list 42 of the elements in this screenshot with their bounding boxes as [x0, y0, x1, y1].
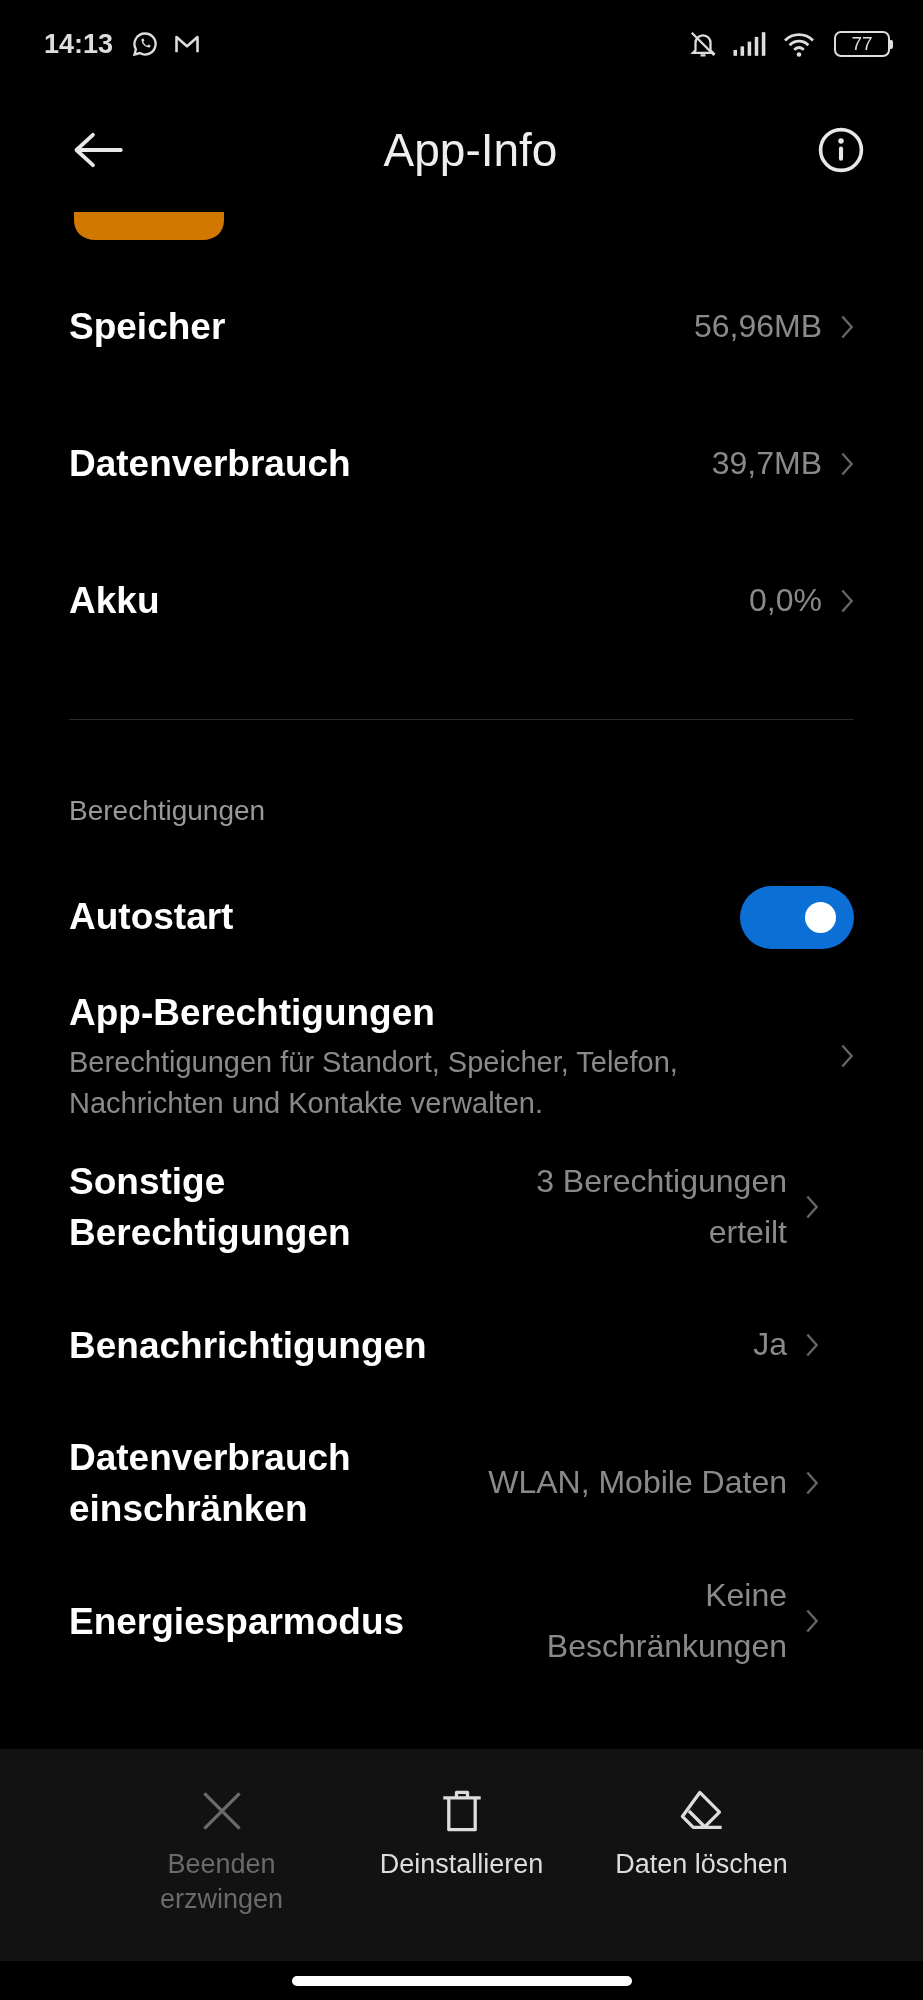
storage-row[interactable]: Speicher 56,96MB — [0, 258, 923, 395]
chevron-icon — [805, 1608, 819, 1635]
row-subtitle: Berechtigungen für Standort, Speicher, Telefon, Nachrichten und Kontakte verwalten. — [69, 1045, 679, 1122]
page-title: App-Info — [383, 123, 558, 177]
storage-row[interactable]: Datenverbrauch 39,7MB — [0, 395, 923, 532]
chevron-icon — [805, 1332, 819, 1359]
row-value: 56,96MB — [693, 306, 822, 346]
section-title: Berechtigungen — [68, 795, 267, 827]
home-indicator[interactable] — [291, 1975, 632, 1986]
info-icon[interactable] — [817, 126, 865, 174]
battery-indicator: 77 — [834, 31, 893, 57]
row-value: WLAN, Mobile Daten — [487, 1463, 787, 1503]
row-title: Energiesparmodus — [69, 1599, 406, 1644]
signal-icon — [732, 31, 768, 57]
row-value: 0,0% — [749, 580, 822, 620]
row-value: Keine Beschränkungen — [545, 1575, 787, 1667]
row-title: Akku — [69, 578, 161, 623]
bell-muted-icon — [688, 29, 718, 59]
wifi-icon — [782, 30, 816, 58]
app-icon — [74, 212, 224, 242]
chevron-icon — [840, 313, 854, 340]
row-title: Benachrichtigungen — [69, 1323, 428, 1368]
row-title: Datenverbrauch einschränken — [69, 1436, 352, 1532]
row-title: Autostart — [69, 895, 235, 940]
chevron-icon — [840, 450, 854, 477]
chevron-icon — [840, 587, 854, 614]
row-title: Datenverbrauch — [69, 441, 352, 486]
back-icon[interactable] — [72, 131, 124, 169]
row-title: Speicher — [69, 304, 227, 349]
action-button[interactable]: Deinstallieren — [356, 1789, 567, 1883]
row-value: 3 Berechtigungen erteilt — [535, 1161, 787, 1253]
row-title: Sonstige Berechtigungen — [69, 1160, 352, 1256]
action-button[interactable]: Daten löschen — [596, 1789, 807, 1883]
chevron-icon — [805, 1470, 819, 1497]
chevron-icon — [840, 1042, 854, 1069]
row-value: 39,7MB — [711, 443, 822, 483]
row-value: Ja — [752, 1325, 787, 1365]
storage-row[interactable]: Akku 0,0% — [0, 532, 923, 669]
chat-icon — [131, 30, 160, 58]
status-time: 14:13 — [44, 28, 114, 60]
row-title: App-Berechtigungen — [69, 991, 436, 1035]
chevron-icon — [805, 1194, 819, 1221]
